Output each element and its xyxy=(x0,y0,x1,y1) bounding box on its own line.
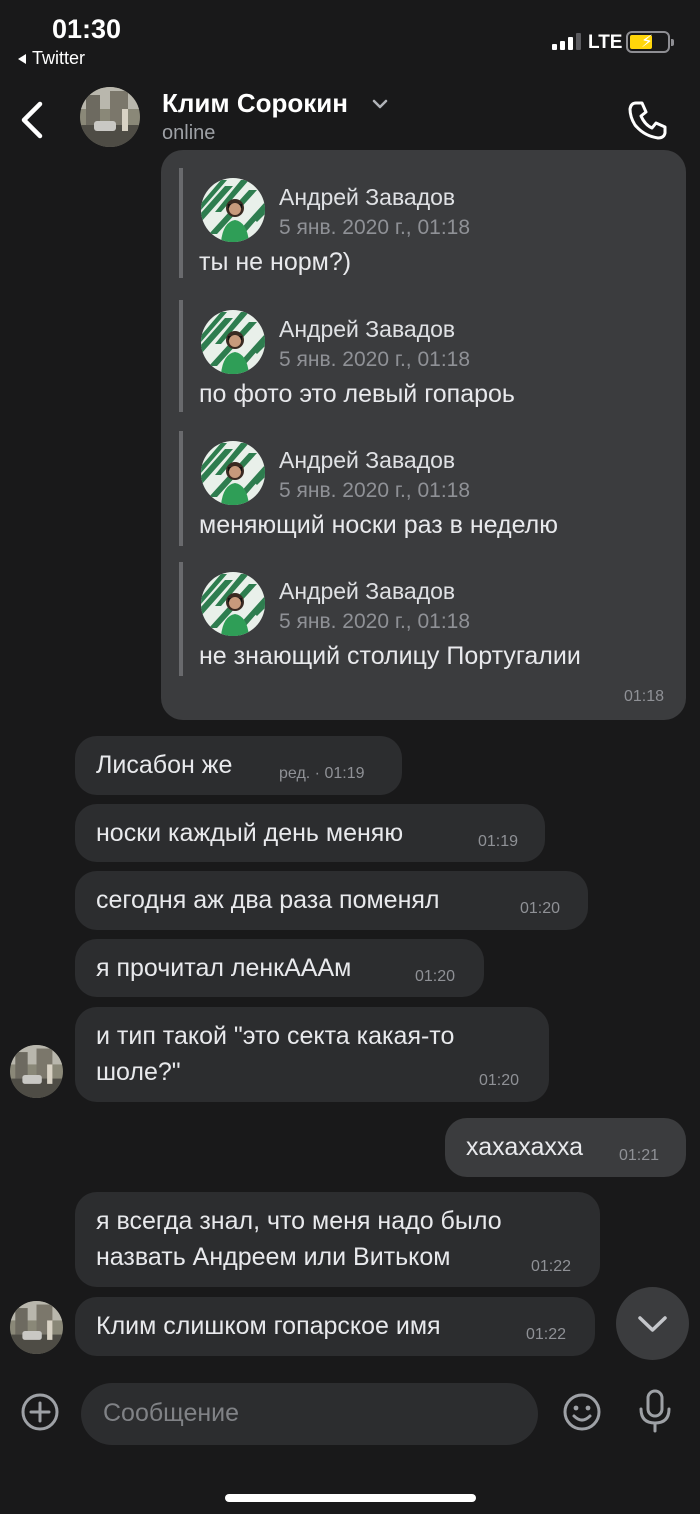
message-input-placeholder: Сообщение xyxy=(103,1399,240,1427)
status-time: 01:30 xyxy=(52,14,122,44)
message-time: 01:20 xyxy=(479,1072,520,1089)
forwarded-messages-bubble[interactable]: Андрей Завадов 5 янв. 2020 г., 01:18 ты … xyxy=(161,150,686,720)
chevron-down-icon[interactable] xyxy=(372,98,388,110)
message-time: 01:20 xyxy=(415,968,456,985)
chevron-left-icon[interactable] xyxy=(18,100,48,140)
avatar[interactable] xyxy=(80,87,140,147)
status-bar: 01:30 Twitter LTE ⚡ xyxy=(0,0,700,80)
chat-header: Клим Сорокин online xyxy=(0,80,700,160)
message-time: 01:22 xyxy=(526,1326,567,1343)
message-text: сегодня аж два раза поменял xyxy=(96,886,440,914)
forwarded-text: ты не норм?) xyxy=(199,248,352,276)
message-bubble[interactable]: и тип такой "это секта какая-то шоле?" 0… xyxy=(75,1007,549,1102)
avatar xyxy=(201,441,265,505)
forwarded-message[interactable]: Андрей Завадов 5 янв. 2020 г., 01:18 ты … xyxy=(179,168,659,278)
message-text: Лисабон же xyxy=(96,751,233,779)
avatar xyxy=(201,178,265,242)
message-input[interactable]: Сообщение xyxy=(81,1383,538,1445)
smile-icon[interactable] xyxy=(562,1392,602,1432)
forwarded-message[interactable]: Андрей Завадов 5 янв. 2020 г., 01:18 по … xyxy=(179,300,659,412)
back-to-app-link[interactable]: Twitter xyxy=(18,48,85,69)
avatar[interactable] xyxy=(10,1301,63,1354)
contact-status: online xyxy=(162,122,216,144)
forwarded-text: меняющий носки раз в неделю xyxy=(199,511,559,539)
battery-icon: ⚡ xyxy=(626,31,674,53)
message-time: 01:22 xyxy=(531,1258,572,1275)
message-time: ред. · 01:19 xyxy=(279,765,365,782)
message-text: носки каждый день меняю xyxy=(96,819,404,847)
message-bubble[interactable]: Лисабон же ред. · 01:19 xyxy=(75,736,402,795)
forwarded-author: Андрей Завадов xyxy=(279,578,456,604)
message-composer: Сообщение xyxy=(0,1370,700,1514)
message-text: и тип такой "это секта какая-то xyxy=(96,1022,455,1050)
message-text: Клим слишком гопарское имя xyxy=(96,1312,441,1340)
forwarded-author: Андрей Завадов xyxy=(279,447,456,473)
phone-icon[interactable] xyxy=(626,98,670,142)
forwarded-message[interactable]: Андрей Завадов 5 янв. 2020 г., 01:18 мен… xyxy=(179,431,659,546)
message-text: шоле?" xyxy=(96,1058,181,1086)
back-app-label: Twitter xyxy=(32,48,86,68)
forwarded-author: Андрей Завадов xyxy=(279,184,456,210)
signal-icon xyxy=(552,32,581,50)
message-time: 01:20 xyxy=(520,900,561,917)
forwarded-date: 5 янв. 2020 г., 01:18 xyxy=(279,216,471,239)
contact-name[interactable]: Клим Сорокин xyxy=(162,88,348,119)
scroll-down-button[interactable] xyxy=(616,1287,689,1360)
forwarded-message[interactable]: Андрей Завадов 5 янв. 2020 г., 01:18 не … xyxy=(179,562,659,676)
avatar xyxy=(201,572,265,636)
message-bubble[interactable]: Клим слишком гопарское имя 01:22 xyxy=(75,1297,595,1356)
forwarded-date: 5 янв. 2020 г., 01:18 xyxy=(279,479,471,502)
message-bubble[interactable]: я прочитал ленкАААм 01:20 xyxy=(75,939,484,997)
message-bubble[interactable]: я всегда знал, что меня надо было назват… xyxy=(75,1192,600,1287)
chevron-down-icon xyxy=(638,1316,667,1332)
message-text: назвать Андреем или Витьком xyxy=(96,1243,451,1271)
message-time: 01:21 xyxy=(619,1147,660,1164)
network-type: LTE xyxy=(588,32,623,53)
message-bubble[interactable]: носки каждый день меняю 01:19 xyxy=(75,804,545,862)
home-indicator[interactable] xyxy=(225,1494,476,1502)
forwarded-author: Андрей Завадов xyxy=(279,316,456,342)
forwarded-date: 5 янв. 2020 г., 01:18 xyxy=(279,348,471,371)
plus-circle-icon[interactable] xyxy=(20,1392,60,1432)
forwarded-date: 5 янв. 2020 г., 01:18 xyxy=(279,610,471,633)
message-text: я всегда знал, что меня надо было xyxy=(96,1207,502,1235)
message-text: я прочитал ленкАААм xyxy=(96,954,352,982)
forwarded-text: по фото это левый гопароь xyxy=(199,380,515,408)
message-bubble-outgoing[interactable]: хахахахха 01:21 xyxy=(445,1118,686,1177)
message-time: 01:18 xyxy=(623,688,664,705)
message-text: хахахахха xyxy=(466,1133,583,1161)
message-time: 01:19 xyxy=(478,833,519,850)
back-triangle-icon xyxy=(18,53,26,64)
avatar xyxy=(201,310,265,374)
forwarded-text: не знающий столицу Португалии xyxy=(199,642,581,670)
microphone-icon[interactable] xyxy=(636,1388,674,1434)
message-bubble[interactable]: сегодня аж два раза поменял 01:20 xyxy=(75,871,588,930)
avatar[interactable] xyxy=(10,1045,63,1098)
